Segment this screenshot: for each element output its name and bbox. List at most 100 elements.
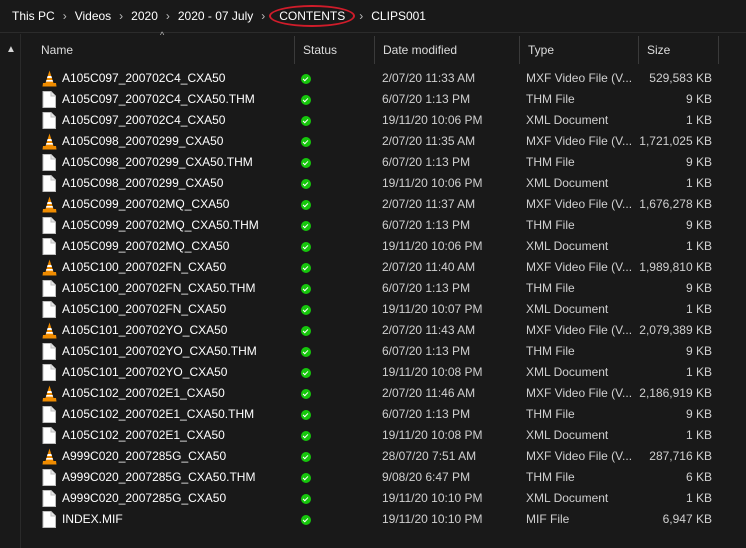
column-header-status[interactable]: Status [295, 36, 375, 64]
file-row[interactable]: A105C100_200702FN_CXA50.THM 6/07/20 1:13 … [33, 278, 746, 299]
file-row[interactable]: A105C097_200702C4_CXA50 2/07/20 11:33 AM M… [33, 68, 746, 89]
vlc-cone-icon [42, 196, 58, 213]
column-header-name[interactable]: Name [33, 36, 295, 64]
file-row[interactable]: A105C102_200702E1_CXA50.THM 6/07/20 1:13 … [33, 404, 746, 425]
breadcrumb-july[interactable]: 2020 - 07 July [172, 9, 259, 23]
file-row[interactable]: A105C101_200702YO_CXA50.THM 6/07/20 1:13 … [33, 341, 746, 362]
file-size: 2,079,389 KB [639, 323, 712, 337]
chevron-right-icon[interactable]: › [259, 9, 267, 23]
sync-status-icon [299, 509, 315, 530]
file-name: A999C020_2007285G_CXA50 [62, 491, 227, 505]
file-row[interactable]: A105C102_200702E1_CXA50 19/11/20 10:08 PM… [33, 425, 746, 446]
file-type: THM File [526, 281, 575, 295]
file-icon [42, 154, 58, 171]
file-icon [42, 91, 58, 108]
file-row[interactable]: A999C020_2007285G_CXA50 19/11/20 10:10 PM… [33, 488, 746, 509]
navigation-pane[interactable]: ▲ [0, 34, 21, 548]
date-modified: 19/11/20 10:08 PM [382, 365, 483, 379]
sync-status-icon [299, 89, 315, 110]
breadcrumb-clips001[interactable]: CLIPS001 [365, 9, 432, 23]
file-row[interactable]: A105C097_200702C4_CXA50 19/11/20 10:06 PM… [33, 110, 746, 131]
file-row[interactable]: A105C098_20070299_CXA50 19/11/20 10:06 PM… [33, 173, 746, 194]
sync-status-icon [299, 299, 315, 320]
sync-status-icon [299, 194, 315, 215]
file-name: A105C099_200702MQ_CXA50.THM [62, 218, 259, 232]
file-row[interactable]: A999C020_2007285G_CXA50 28/07/20 7:51 AM M… [33, 446, 746, 467]
file-size: 287,716 KB [649, 449, 712, 463]
sync-status-icon [299, 215, 315, 236]
date-modified: 6/07/20 1:13 PM [382, 155, 471, 169]
chevron-right-icon[interactable]: › [164, 9, 172, 23]
file-name: A105C101_200702YO_CXA50.THM [62, 344, 257, 358]
file-type: MXF Video File (V... [526, 197, 633, 211]
sync-status-icon [299, 152, 315, 173]
breadcrumb-2020[interactable]: 2020 [125, 9, 164, 23]
file-row[interactable]: A105C101_200702YO_CXA50 19/11/20 10:08 PM… [33, 362, 746, 383]
file-icon [42, 490, 58, 507]
date-modified: 2/07/20 11:40 AM [382, 260, 476, 274]
column-header-row: Name Status Date modified Type Size [33, 36, 746, 64]
file-type: XML Document [526, 302, 609, 316]
date-modified: 19/11/20 10:10 PM [382, 491, 483, 505]
chevron-right-icon[interactable]: › [117, 9, 125, 23]
file-row[interactable]: A105C099_200702MQ_CXA50 2/07/20 11:37 AM M… [33, 194, 746, 215]
date-modified: 19/11/20 10:06 PM [382, 113, 483, 127]
sync-status-icon [299, 236, 315, 257]
file-size: 9 KB [685, 218, 712, 232]
chevron-right-icon[interactable]: › [61, 9, 69, 23]
date-modified: 6/07/20 1:13 PM [382, 218, 471, 232]
date-modified: 28/07/20 7:51 AM [382, 449, 477, 463]
file-type: MXF Video File (V... [526, 260, 633, 274]
file-size: 9 KB [685, 407, 712, 421]
file-row[interactable]: A105C097_200702C4_CXA50.THM 6/07/20 1:13 … [33, 89, 746, 110]
chevron-right-icon[interactable]: › [357, 9, 365, 23]
file-row[interactable]: A999C020_2007285G_CXA50.THM 9/08/20 6:47 … [33, 467, 746, 488]
file-type: THM File [526, 92, 575, 106]
file-row[interactable]: A105C100_200702FN_CXA50 2/07/20 11:40 AM M… [33, 257, 746, 278]
file-row[interactable]: INDEX.MIF 19/11/20 10:10 PM MIF File 6,947 … [33, 509, 746, 530]
file-size: 9 KB [685, 155, 712, 169]
file-row[interactable]: A105C098_20070299_CXA50.THM 6/07/20 1:13 … [33, 152, 746, 173]
date-modified: 2/07/20 11:33 AM [382, 71, 476, 85]
file-type: XML Document [526, 365, 609, 379]
date-modified: 19/11/20 10:08 PM [382, 428, 483, 442]
breadcrumb-this-pc[interactable]: This PC [6, 9, 61, 23]
breadcrumb-contents[interactable]: CONTENTS [269, 5, 356, 27]
file-row[interactable]: A105C099_200702MQ_CXA50.THM 6/07/20 1:13 … [33, 215, 746, 236]
vlc-cone-icon [42, 448, 58, 465]
file-type: XML Document [526, 113, 609, 127]
column-header-size[interactable]: Size [639, 36, 719, 64]
file-name: A105C100_200702FN_CXA50.THM [62, 281, 256, 295]
file-row[interactable]: A105C100_200702FN_CXA50 19/11/20 10:07 PM… [33, 299, 746, 320]
date-modified: 2/07/20 11:46 AM [382, 386, 476, 400]
file-size: 2,186,919 KB [639, 386, 712, 400]
file-name: A999C020_2007285G_CXA50 [62, 449, 227, 463]
file-size: 1 KB [685, 176, 712, 190]
file-type: XML Document [526, 239, 609, 253]
file-type: THM File [526, 407, 575, 421]
column-header-date[interactable]: Date modified [375, 36, 520, 64]
file-name: A105C097_200702C4_CXA50 [62, 71, 226, 85]
file-row[interactable]: A105C102_200702E1_CXA50 2/07/20 11:46 AM M… [33, 383, 746, 404]
breadcrumb-videos[interactable]: Videos [69, 9, 117, 23]
file-size: 1 KB [685, 113, 712, 127]
file-icon [42, 238, 58, 255]
file-row[interactable]: A105C099_200702MQ_CXA50 19/11/20 10:06 PM… [33, 236, 746, 257]
sync-status-icon [299, 131, 315, 152]
file-name: A105C097_200702C4_CXA50.THM [62, 92, 255, 106]
date-modified: 19/11/20 10:06 PM [382, 239, 483, 253]
file-type: MXF Video File (V... [526, 449, 633, 463]
file-row[interactable]: A105C098_20070299_CXA50 2/07/20 11:35 AM M… [33, 131, 746, 152]
column-header-type[interactable]: Type [520, 36, 639, 64]
date-modified: 19/11/20 10:06 PM [382, 176, 483, 190]
date-modified: 2/07/20 11:43 AM [382, 323, 476, 337]
file-name: A105C102_200702E1_CXA50 [62, 386, 225, 400]
date-modified: 6/07/20 1:13 PM [382, 407, 471, 421]
sync-status-icon [299, 362, 315, 383]
file-type: XML Document [526, 176, 609, 190]
chevron-up-icon[interactable]: ▲ [6, 44, 16, 55]
file-size: 1 KB [685, 428, 712, 442]
file-name: A105C100_200702FN_CXA50 [62, 302, 227, 316]
file-row[interactable]: A105C101_200702YO_CXA50 2/07/20 11:43 AM M… [33, 320, 746, 341]
file-name: A105C097_200702C4_CXA50 [62, 113, 226, 127]
